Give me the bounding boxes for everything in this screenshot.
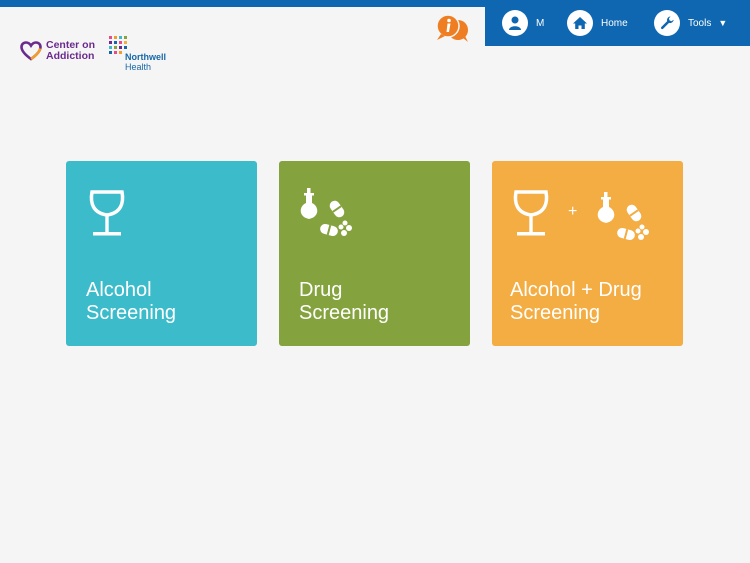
wrench-icon	[654, 10, 680, 36]
tile-label-line2: Screening	[510, 302, 601, 324]
chevron-down-icon: ▼	[718, 18, 728, 28]
northwell-line2: Health	[125, 62, 152, 72]
wine-glass-icon	[513, 190, 549, 236]
northwell-line1: Northwell	[125, 52, 167, 62]
user-label: M	[536, 17, 545, 29]
alcohol-drug-screening-tile[interactable]: + Alcohol + Drug Screening	[492, 161, 683, 346]
northwell-health-text: Northwell Health	[125, 52, 166, 72]
alcohol-screening-tile[interactable]: Alcohol Screening	[66, 161, 257, 346]
flask-pills-icon	[597, 192, 649, 241]
top-nav-bar: M Home Tools ▼	[485, 0, 750, 46]
user-menu-button[interactable]: M	[502, 0, 544, 46]
tools-menu-button[interactable]: Tools ▼	[654, 0, 727, 46]
tile-label-line1: Alcohol	[86, 279, 152, 301]
home-label: Home	[601, 17, 628, 29]
home-button[interactable]: Home	[567, 0, 628, 46]
alcohol-drug-screening-label: Alcohol + Drug Screening	[510, 279, 642, 325]
user-icon	[502, 10, 528, 36]
alcohol-screening-label: Alcohol Screening	[86, 279, 176, 325]
combo-plus-sign: +	[568, 203, 578, 220]
tile-label-line2: Screening	[86, 302, 177, 324]
tile-label-line1: Drug	[299, 279, 343, 301]
tile-label-line1: Alcohol + Drug	[510, 279, 642, 301]
coa-line2: Addiction	[46, 50, 95, 62]
drug-screening-label: Drug Screening	[299, 279, 389, 325]
wine-glass-icon	[89, 190, 125, 236]
tools-label: Tools	[688, 17, 712, 29]
center-on-addiction-text: Center on Addiction	[46, 40, 95, 62]
home-icon	[567, 10, 593, 36]
brand-logo: Center on Addiction Northwell Health	[20, 35, 180, 75]
drug-screening-tile[interactable]: Drug Screening	[279, 161, 470, 346]
info-chat-icon[interactable]	[435, 14, 471, 42]
heart-logo-icon	[20, 41, 42, 61]
tile-label-line2: Screening	[299, 302, 390, 324]
flask-pills-icon	[300, 188, 352, 237]
